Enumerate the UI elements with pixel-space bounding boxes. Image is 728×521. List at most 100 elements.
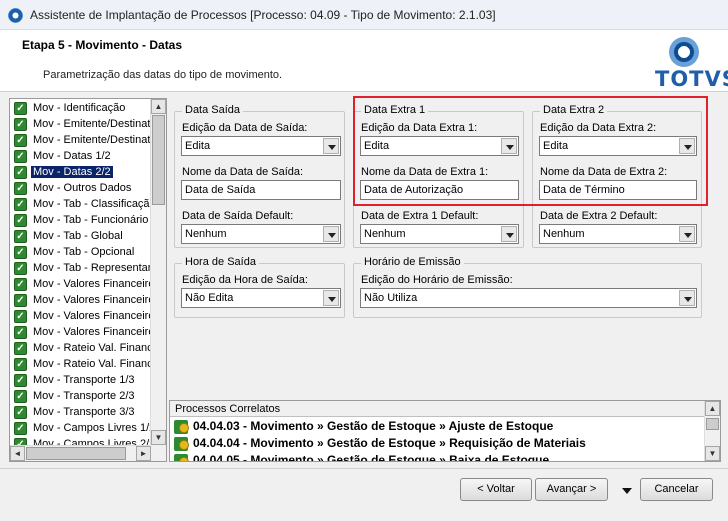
processo-row-text: 04.04.05 - Movimento » Gestão de Estoque… bbox=[193, 453, 550, 462]
step-list-item-label: Mov - Campos Livres 1/2 bbox=[33, 422, 150, 434]
step-list-item[interactable]: ✓ Mov - Identificação bbox=[12, 101, 150, 117]
step-list-item-label: Mov - Rateio Val. Financ bbox=[33, 358, 150, 370]
chevron-down-icon[interactable] bbox=[323, 226, 339, 242]
step-list-item[interactable]: ✓ Mov - Transporte 2/3 bbox=[12, 389, 150, 405]
steps-list[interactable]: ✓Mov - Campos Livres 2/2✓Mov - Campos Li… bbox=[9, 98, 167, 462]
scroll-down-icon[interactable]: ▼ bbox=[151, 430, 166, 445]
checkmark-icon: ✓ bbox=[14, 390, 27, 403]
step-list-item[interactable]: ✓ Mov - Tab - Classificação bbox=[12, 197, 150, 213]
data-saida-default-label: Data de Saída Default: bbox=[182, 210, 294, 222]
scroll-left-icon[interactable]: ◄ bbox=[10, 446, 25, 461]
step-list-item[interactable]: ✓ Mov - Tab - Representan bbox=[12, 261, 150, 277]
step-list-item[interactable]: ✓ Mov - Campos Livres 1/2 bbox=[12, 421, 150, 437]
scroll-down-icon[interactable]: ▼ bbox=[705, 446, 720, 461]
chevron-down-icon[interactable] bbox=[679, 290, 695, 306]
data-extra2-default-label: Data de Extra 2 Default: bbox=[540, 210, 658, 222]
step-list-item-label: Mov - Outros Dados bbox=[33, 182, 132, 194]
edicao-data-saida-label: Edição da Data de Saída: bbox=[182, 122, 308, 134]
edicao-data-saida-select[interactable]: Edita bbox=[181, 136, 341, 156]
checkmark-icon: ✓ bbox=[14, 214, 27, 227]
processos-correlatos-panel[interactable]: Processos Correlatos ▲ ▼ 04.04.03 - Movi… bbox=[169, 400, 721, 462]
step-list-item-label: Mov - Tab - Global bbox=[33, 230, 123, 242]
step-list-item[interactable]: ✓ Mov - Transporte 3/3 bbox=[12, 405, 150, 421]
checkmark-icon: ✓ bbox=[14, 310, 27, 323]
step-subtitle: Parametrização das datas do tipo de movi… bbox=[43, 69, 283, 81]
step-list-item[interactable]: ✓ Mov - Valores Financeiro bbox=[12, 293, 150, 309]
scroll-up-icon[interactable]: ▲ bbox=[151, 99, 166, 114]
checkmark-icon: ✓ bbox=[14, 422, 27, 435]
checkmark-icon: ✓ bbox=[14, 230, 27, 243]
step-list-item[interactable]: ✓ Mov - Tab - Funcionário bbox=[12, 213, 150, 229]
edicao-hora-saida-select[interactable]: Não Edita bbox=[181, 288, 341, 308]
step-list-item[interactable]: ✓ Mov - Tab - Global bbox=[12, 229, 150, 245]
step-list-item[interactable]: ✓ Mov - Rateio Val. Financ bbox=[12, 357, 150, 373]
step-list-item[interactable]: ✓ Mov - Tab - Opcional bbox=[12, 245, 150, 261]
step-list-item-label: Mov - Tab - Classificação bbox=[33, 198, 150, 210]
step-list-item[interactable]: ✓ Mov - Emitente/Destinat bbox=[12, 117, 150, 133]
scroll-thumb[interactable] bbox=[706, 418, 719, 430]
step-list-item-label: Mov - Emitente/Destinat bbox=[33, 118, 150, 130]
checkmark-icon: ✓ bbox=[14, 246, 27, 259]
step-list-item-label: Mov - Valores Financeiro bbox=[33, 310, 150, 322]
data-saida-default-value: Nenhum bbox=[185, 228, 227, 240]
edicao-horario-emissao-value: Não Utiliza bbox=[364, 292, 418, 304]
scroll-thumb[interactable] bbox=[152, 115, 165, 205]
checkmark-icon: ✓ bbox=[14, 102, 27, 115]
checkmark-icon: ✓ bbox=[14, 182, 27, 195]
checkmark-icon: ✓ bbox=[14, 118, 27, 131]
checkmark-icon: ✓ bbox=[14, 358, 27, 371]
scroll-right-icon[interactable]: ► bbox=[136, 446, 151, 461]
process-coin-icon bbox=[179, 440, 189, 450]
edicao-horario-emissao-select[interactable]: Não Utiliza bbox=[360, 288, 697, 308]
checkmark-icon: ✓ bbox=[14, 262, 27, 275]
data-extra1-default-label: Data de Extra 1 Default: bbox=[361, 210, 479, 222]
window-title: Assistente de Implantação de Processos [… bbox=[30, 8, 496, 22]
step-list-item[interactable]: ✓ Mov - Transporte 1/3 bbox=[12, 373, 150, 389]
step-list-item[interactable]: ✓ Mov - Valores Financeiro bbox=[12, 325, 150, 341]
processo-row-text: 04.04.03 - Movimento » Gestão de Estoque… bbox=[193, 419, 554, 433]
step-list-item[interactable]: ✓ Mov - Outros Dados bbox=[12, 181, 150, 197]
steps-list-hscroll[interactable]: ◄ ► bbox=[10, 445, 151, 461]
cancel-button[interactable]: Cancelar bbox=[640, 478, 713, 501]
chevron-down-icon[interactable] bbox=[323, 138, 339, 154]
chevron-down-icon[interactable] bbox=[679, 226, 695, 242]
checkmark-icon: ✓ bbox=[14, 150, 27, 163]
footer-divider bbox=[0, 468, 728, 469]
step-list-item-label: Mov - Transporte 1/3 bbox=[33, 374, 135, 386]
totvs-logo-icon bbox=[669, 37, 699, 67]
data-saida-default-select[interactable]: Nenhum bbox=[181, 224, 341, 244]
checkmark-icon: ✓ bbox=[14, 198, 27, 211]
next-button[interactable]: Avançar > bbox=[535, 478, 608, 501]
processos-vscroll[interactable]: ▲ ▼ bbox=[704, 401, 720, 461]
data-extra1-default-value: Nenhum bbox=[364, 228, 406, 240]
step-list-item-label: Mov - Tab - Representan bbox=[33, 262, 150, 274]
data-extra1-default-select[interactable]: Nenhum bbox=[360, 224, 519, 244]
checkmark-icon: ✓ bbox=[14, 278, 27, 291]
processos-correlatos-header: Processos Correlatos bbox=[170, 401, 705, 417]
steps-list-vscroll[interactable]: ▲ ▼ bbox=[150, 99, 166, 461]
more-options-icon[interactable] bbox=[618, 478, 636, 501]
hscroll-thumb[interactable] bbox=[26, 447, 126, 460]
step-list-item[interactable]: ✓ Mov - Rateio Val. Financ bbox=[12, 341, 150, 357]
scroll-up-icon[interactable]: ▲ bbox=[705, 401, 720, 416]
step-list-item[interactable]: ✓ Mov - Datas 1/2 bbox=[12, 149, 150, 165]
step-list-item[interactable]: ✓ Mov - Datas 2/2 bbox=[12, 165, 150, 181]
step-list-item-label: Mov - Datas 2/2 bbox=[31, 166, 113, 178]
chevron-down-icon[interactable] bbox=[501, 226, 517, 242]
nome-data-saida-label: Nome da Data de Saída: bbox=[182, 166, 304, 178]
back-button[interactable]: < Voltar bbox=[460, 478, 532, 501]
nome-data-saida-input[interactable]: Data de Saída bbox=[181, 180, 341, 200]
data-extra2-default-select[interactable]: Nenhum bbox=[539, 224, 697, 244]
totvs-logo: TOTVS bbox=[655, 67, 728, 91]
edicao-hora-saida-label: Edição da Hora de Saída: bbox=[182, 274, 308, 286]
checkmark-icon: ✓ bbox=[14, 326, 27, 339]
chevron-down-icon[interactable] bbox=[323, 290, 339, 306]
step-list-item-label: Mov - Valores Financeiro bbox=[33, 294, 150, 306]
data-extra2-default-value: Nenhum bbox=[543, 228, 585, 240]
step-list-item[interactable]: ✓ Mov - Emitente/Destinat bbox=[12, 133, 150, 149]
step-list-item-label: Mov - Valores Financeiro bbox=[33, 326, 150, 338]
step-list-item[interactable]: ✓ Mov - Valores Financeiro bbox=[12, 309, 150, 325]
edicao-data-saida-value: Edita bbox=[185, 140, 211, 152]
step-list-item[interactable]: ✓ Mov - Valores Financeiro bbox=[12, 277, 150, 293]
highlight-box bbox=[353, 96, 708, 206]
